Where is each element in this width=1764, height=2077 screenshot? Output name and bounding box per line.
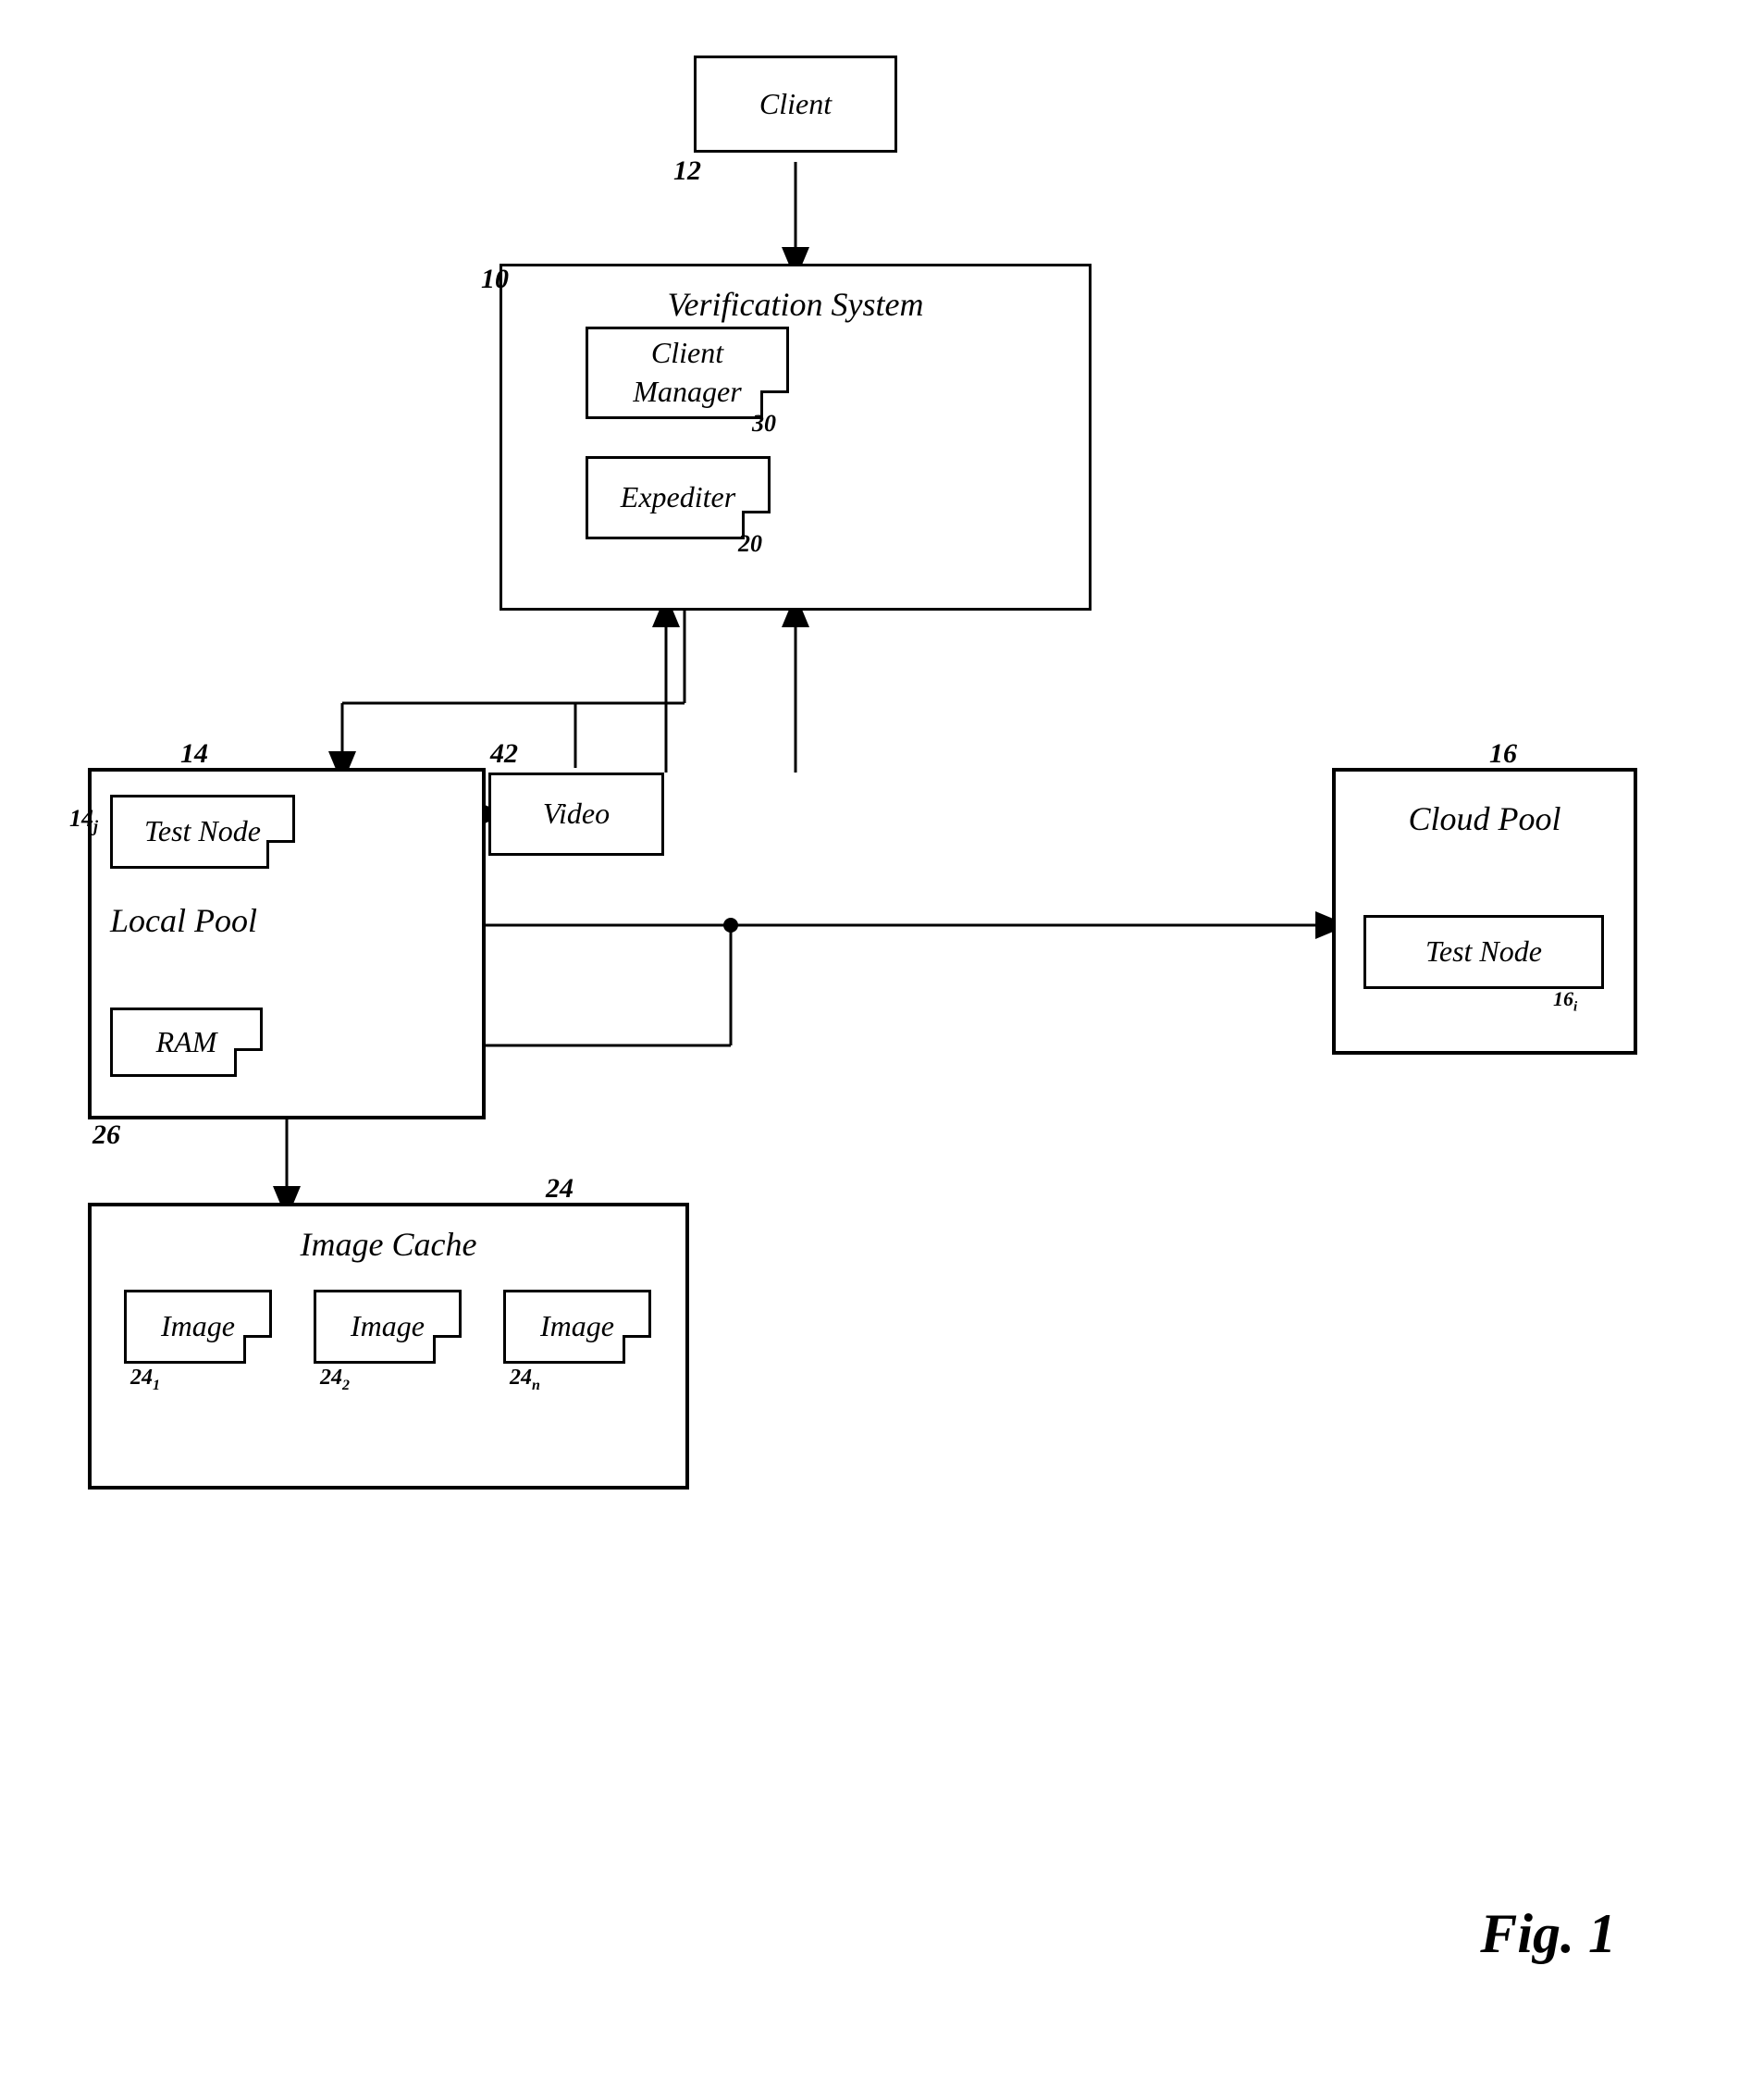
test-node-cloud-label: Test Node <box>1425 933 1542 971</box>
video-label: Video <box>543 795 610 834</box>
test-node-local-box: Test Node <box>110 795 295 869</box>
image1-label: Image <box>161 1307 235 1346</box>
image1-box: Image <box>124 1290 272 1364</box>
expediter-ref: 20 <box>738 530 762 558</box>
image2-box: Image <box>314 1290 462 1364</box>
ram-label: RAM <box>156 1023 217 1062</box>
client-manager-box: ClientManager <box>586 327 789 419</box>
cloud-pool-box: Cloud Pool Test Node 16i <box>1332 768 1637 1055</box>
client-manager-label: ClientManager <box>633 334 741 411</box>
ram-box: RAM <box>110 1008 263 1077</box>
client-label: Client <box>759 85 832 124</box>
local-pool-outer-box: Test Node Local Pool RAM <box>88 768 486 1119</box>
verification-system-box: Verification System ClientManager 30 Exp… <box>500 264 1092 611</box>
fig-label: Fig. 1 <box>1480 1902 1616 1966</box>
imagen-box: Image <box>503 1290 651 1364</box>
image2-ref: 242 <box>320 1366 350 1394</box>
test-node-local-label: Test Node <box>144 812 261 851</box>
image-cache-ref: 24 <box>546 1173 574 1205</box>
test-node-cloud-ref: 16i <box>1553 987 1577 1015</box>
imagen-label: Image <box>540 1307 614 1346</box>
expediter-box: Expediter <box>586 456 771 539</box>
image1-ref: 241 <box>130 1366 160 1394</box>
client-ref: 12 <box>673 155 701 187</box>
verification-system-ref: 10 <box>481 264 509 295</box>
local-pool-j-ref: 14j <box>69 805 98 836</box>
video-ref: 42 <box>490 738 518 770</box>
video-box: Video <box>488 773 664 856</box>
local-pool-outer-ref: 14 <box>180 738 208 770</box>
cloud-pool-ref: 16 <box>1489 738 1517 770</box>
image-cache-text: Image Cache <box>301 1225 477 1264</box>
expediter-label: Expediter <box>621 478 735 517</box>
imagen-ref: 24n <box>510 1366 540 1394</box>
client-manager-ref: 30 <box>752 410 776 438</box>
cloud-pool-text: Cloud Pool <box>1408 799 1560 838</box>
ram-ref: 26 <box>93 1119 120 1151</box>
image-cache-box: Image Cache Image 241 Image 242 Image 24… <box>88 1203 689 1490</box>
local-pool-text: Local Pool <box>110 901 257 940</box>
image2-label: Image <box>351 1307 425 1346</box>
verification-system-title: Verification System <box>668 283 924 327</box>
diagram: Client 12 Verification System ClientMana… <box>0 0 1764 2077</box>
test-node-cloud-box: Test Node <box>1363 915 1604 989</box>
client-box: Client <box>694 56 897 153</box>
